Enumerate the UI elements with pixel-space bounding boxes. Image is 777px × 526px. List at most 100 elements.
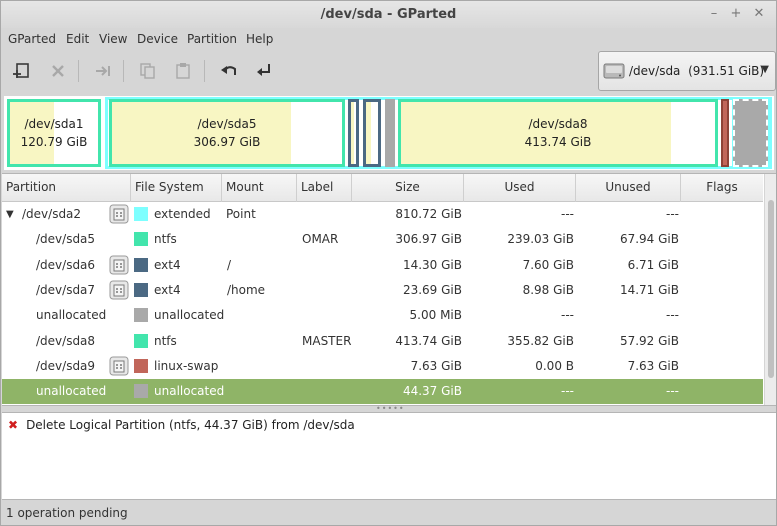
operation-item[interactable]: ✖ Delete Logical Partition (ntfs, 44.37 G… (8, 418, 355, 432)
device-selector[interactable]: /dev/sda (931.51 GiB) ▼ (598, 51, 776, 91)
mounted-lock-icon (109, 280, 129, 303)
pane-resize-handle[interactable]: ••••• (376, 405, 404, 413)
device-name: /dev/sda (629, 64, 681, 78)
apply-icon (257, 64, 270, 76)
cell-mount-point: /home (227, 282, 266, 297)
pending-operations-pane: ✖ Delete Logical Partition (ntfs, 44.37 G… (2, 412, 776, 500)
cell-label: OMAR (302, 232, 339, 247)
operation-text: Delete Logical Partition (ntfs, 44.37 Gi… (26, 418, 355, 432)
column-unused[interactable]: Unused (576, 174, 681, 202)
table-row[interactable]: /dev/sda5 ntfs OMAR 306.97 GiB 239.03 GiB 67.… (2, 227, 763, 252)
filesystem-color-icon (134, 207, 148, 221)
cell-unused: 67.94 GiB (619, 232, 679, 247)
filesystem-color-icon (134, 384, 148, 399)
map-partition-name: /dev/sda8 (528, 117, 588, 131)
cell-partition: /dev/sda6 (36, 257, 96, 272)
apply-button[interactable] (251, 58, 277, 84)
table-row[interactable]: /dev/sda6 ext4 / 14.30 GiB 7.60 GiB 6.71 GiB (2, 253, 763, 278)
mounted-lock-icon (109, 255, 129, 278)
map-partition-name: /dev/sda1 (24, 117, 84, 131)
cell-size: 5.00 MiB (409, 308, 462, 323)
cell-used: 8.98 GiB (522, 282, 574, 297)
filesystem-color-icon (134, 308, 148, 323)
cell-unused: --- (666, 308, 679, 323)
used-space-bar (351, 102, 354, 164)
table-row[interactable]: unallocated unallocated 5.00 MiB --- --- (2, 303, 763, 328)
delete-button[interactable] (45, 58, 71, 84)
map-partition-size: 120.79 GiB (20, 135, 88, 149)
vertical-scrollbar[interactable] (764, 174, 776, 405)
delete-icon (52, 65, 64, 77)
close-window-button[interactable]: ✕ (750, 5, 768, 23)
map-unallocated-small[interactable] (385, 99, 395, 167)
map-partition-sda8[interactable]: /dev/sda8 413.74 GiB (398, 99, 718, 167)
maximize-button[interactable]: + (727, 5, 745, 23)
cell-partition: unallocated (36, 308, 107, 323)
status-bar-text: 1 operation pending (6, 506, 128, 520)
map-partition-sda9[interactable] (721, 99, 729, 167)
column-partition[interactable]: Partition (2, 174, 131, 202)
table-row[interactable]: ▼ /dev/sda2 extended 810.72 GiB --- --- (2, 202, 763, 227)
partition-table: Partition File System Mount Point Label … (2, 173, 776, 406)
cell-unused: 7.63 GiB (627, 358, 679, 373)
used-space-bar (401, 102, 672, 164)
table-row[interactable]: unallocated unallocated 44.37 GiB --- --- (2, 379, 763, 405)
undo-button[interactable] (216, 58, 242, 84)
filesystem-color-icon (134, 257, 148, 272)
column-used[interactable]: Used (464, 174, 576, 202)
cell-size: 23.69 GiB (402, 282, 462, 297)
cell-partition: /dev/sda9 (36, 358, 96, 373)
menu-view[interactable]: View (99, 30, 127, 48)
cell-size: 7.63 GiB (410, 358, 462, 373)
map-partition-sda7[interactable] (363, 99, 381, 167)
cell-used: --- (561, 308, 574, 323)
mounted-lock-icon (109, 204, 129, 227)
cell-file-system: ntfs (154, 333, 177, 348)
filesystem-color-icon (134, 282, 148, 297)
cell-unused: --- (666, 207, 679, 221)
table-row[interactable]: /dev/sda9 linux-swap 7.63 GiB 0.00 B 7.63 Gi… (2, 354, 763, 379)
chevron-down-icon: ▼ (761, 64, 769, 75)
map-partition-sda5[interactable]: /dev/sda5 306.97 GiB (109, 99, 345, 167)
window-title: /dev/sda - GParted (320, 7, 457, 22)
column-mount-point[interactable]: Mount Point (222, 174, 297, 221)
minimize-button[interactable]: – (705, 5, 723, 23)
cell-size: 44.37 GiB (402, 384, 462, 399)
map-partition-sda6[interactable] (348, 99, 359, 167)
menu-partition[interactable]: Partition (187, 30, 237, 48)
resize-move-button[interactable] (90, 58, 116, 84)
mounted-lock-icon (109, 356, 129, 379)
cell-unused: --- (666, 384, 679, 399)
new-partition-button[interactable] (8, 58, 34, 84)
undo-icon (221, 66, 236, 75)
cell-used: 0.00 B (535, 358, 574, 373)
hard-disk-icon (603, 63, 625, 79)
copy-button[interactable] (135, 58, 161, 84)
menu-device[interactable]: Device (137, 30, 178, 48)
column-file-system[interactable]: File System (131, 174, 222, 202)
cell-used: 7.60 GiB (522, 257, 574, 272)
expander-arrow-icon[interactable]: ▼ (6, 202, 14, 227)
menu-edit[interactable]: Edit (66, 30, 89, 48)
menu-bar: GParted Edit View Device Partition Help (1, 28, 776, 50)
column-flags[interactable]: Flags (681, 174, 763, 202)
table-row[interactable]: /dev/sda8 ntfs MASTER 413.74 GiB 355.82 GiB 5… (2, 329, 763, 354)
map-unallocated-selected[interactable] (732, 98, 769, 168)
column-label[interactable]: Label (297, 174, 352, 202)
paste-button[interactable] (170, 58, 196, 84)
copy-icon (140, 63, 155, 79)
menu-help[interactable]: Help (246, 30, 273, 48)
cell-file-system: ntfs (154, 232, 177, 247)
menu-gparted[interactable]: GParted (8, 30, 56, 48)
resize-move-icon (96, 66, 110, 76)
map-partition-sda1[interactable]: /dev/sda1 120.79 GiB (7, 99, 101, 167)
column-size[interactable]: Size (352, 174, 464, 202)
table-row[interactable]: /dev/sda7 ext4/home 23.69 GiB 8.98 GiB 14.71… (2, 278, 763, 303)
cell-used: 239.03 GiB (507, 232, 574, 247)
cell-file-system: unallocated (154, 308, 225, 323)
toolbar-separator (123, 60, 124, 82)
partition-map: /dev/sda1 120.79 GiB /dev/sda5 306.97 Gi… (4, 96, 774, 170)
cell-used: 355.82 GiB (507, 333, 574, 348)
device-label: /dev/sda (931.51 GiB) (629, 64, 764, 78)
scrollbar-thumb[interactable] (768, 200, 774, 378)
